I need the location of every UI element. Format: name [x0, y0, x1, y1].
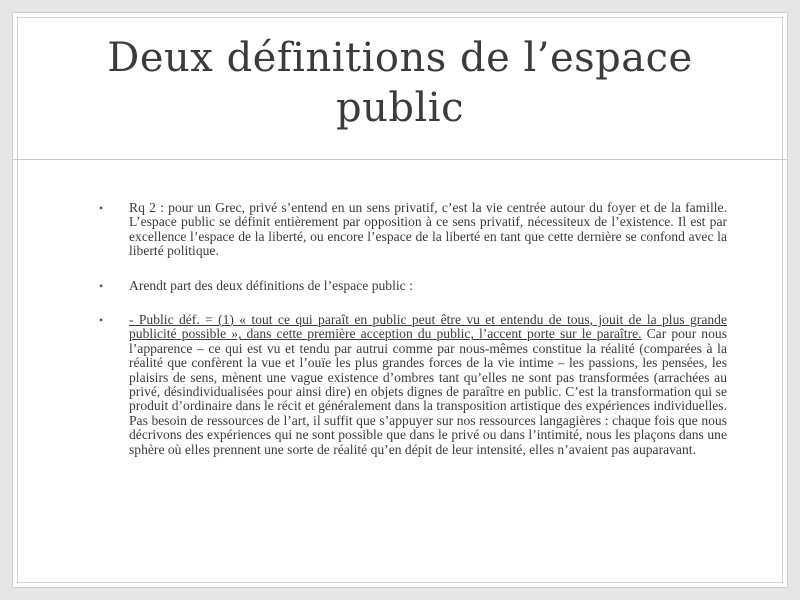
- slide: Deux définitions de l’espace public • Rq…: [12, 12, 788, 588]
- bullet-text-1: Rq 2 : pour un Grec, privé s’entend en u…: [129, 200, 727, 259]
- slide-body: • Rq 2 : pour un Grec, privé s’entend en…: [99, 200, 727, 477]
- bullet-item-2: • Arendt part des deux définitions de l’…: [99, 277, 727, 293]
- bullet-icon: •: [99, 201, 104, 215]
- bullet-text-3-underlined: - Public déf. = (1) « tout ce qui paraît…: [129, 312, 727, 342]
- slide-title: Deux définitions de l’espace public: [107, 35, 693, 131]
- bullet-text-2: Arendt part des deux définitions de l’es…: [129, 277, 413, 293]
- bullet-text-3-rest: Car pour nous l’apparence – ce qui est v…: [129, 326, 727, 457]
- bullet-item-1: • Rq 2 : pour un Grec, privé s’entend en…: [99, 200, 727, 259]
- bullet-item-3: • - Public déf. = (1) « tout ce qui para…: [99, 312, 727, 457]
- bullet-icon: •: [99, 313, 104, 328]
- title-divider: [13, 159, 787, 160]
- bullet-icon: •: [99, 278, 104, 293]
